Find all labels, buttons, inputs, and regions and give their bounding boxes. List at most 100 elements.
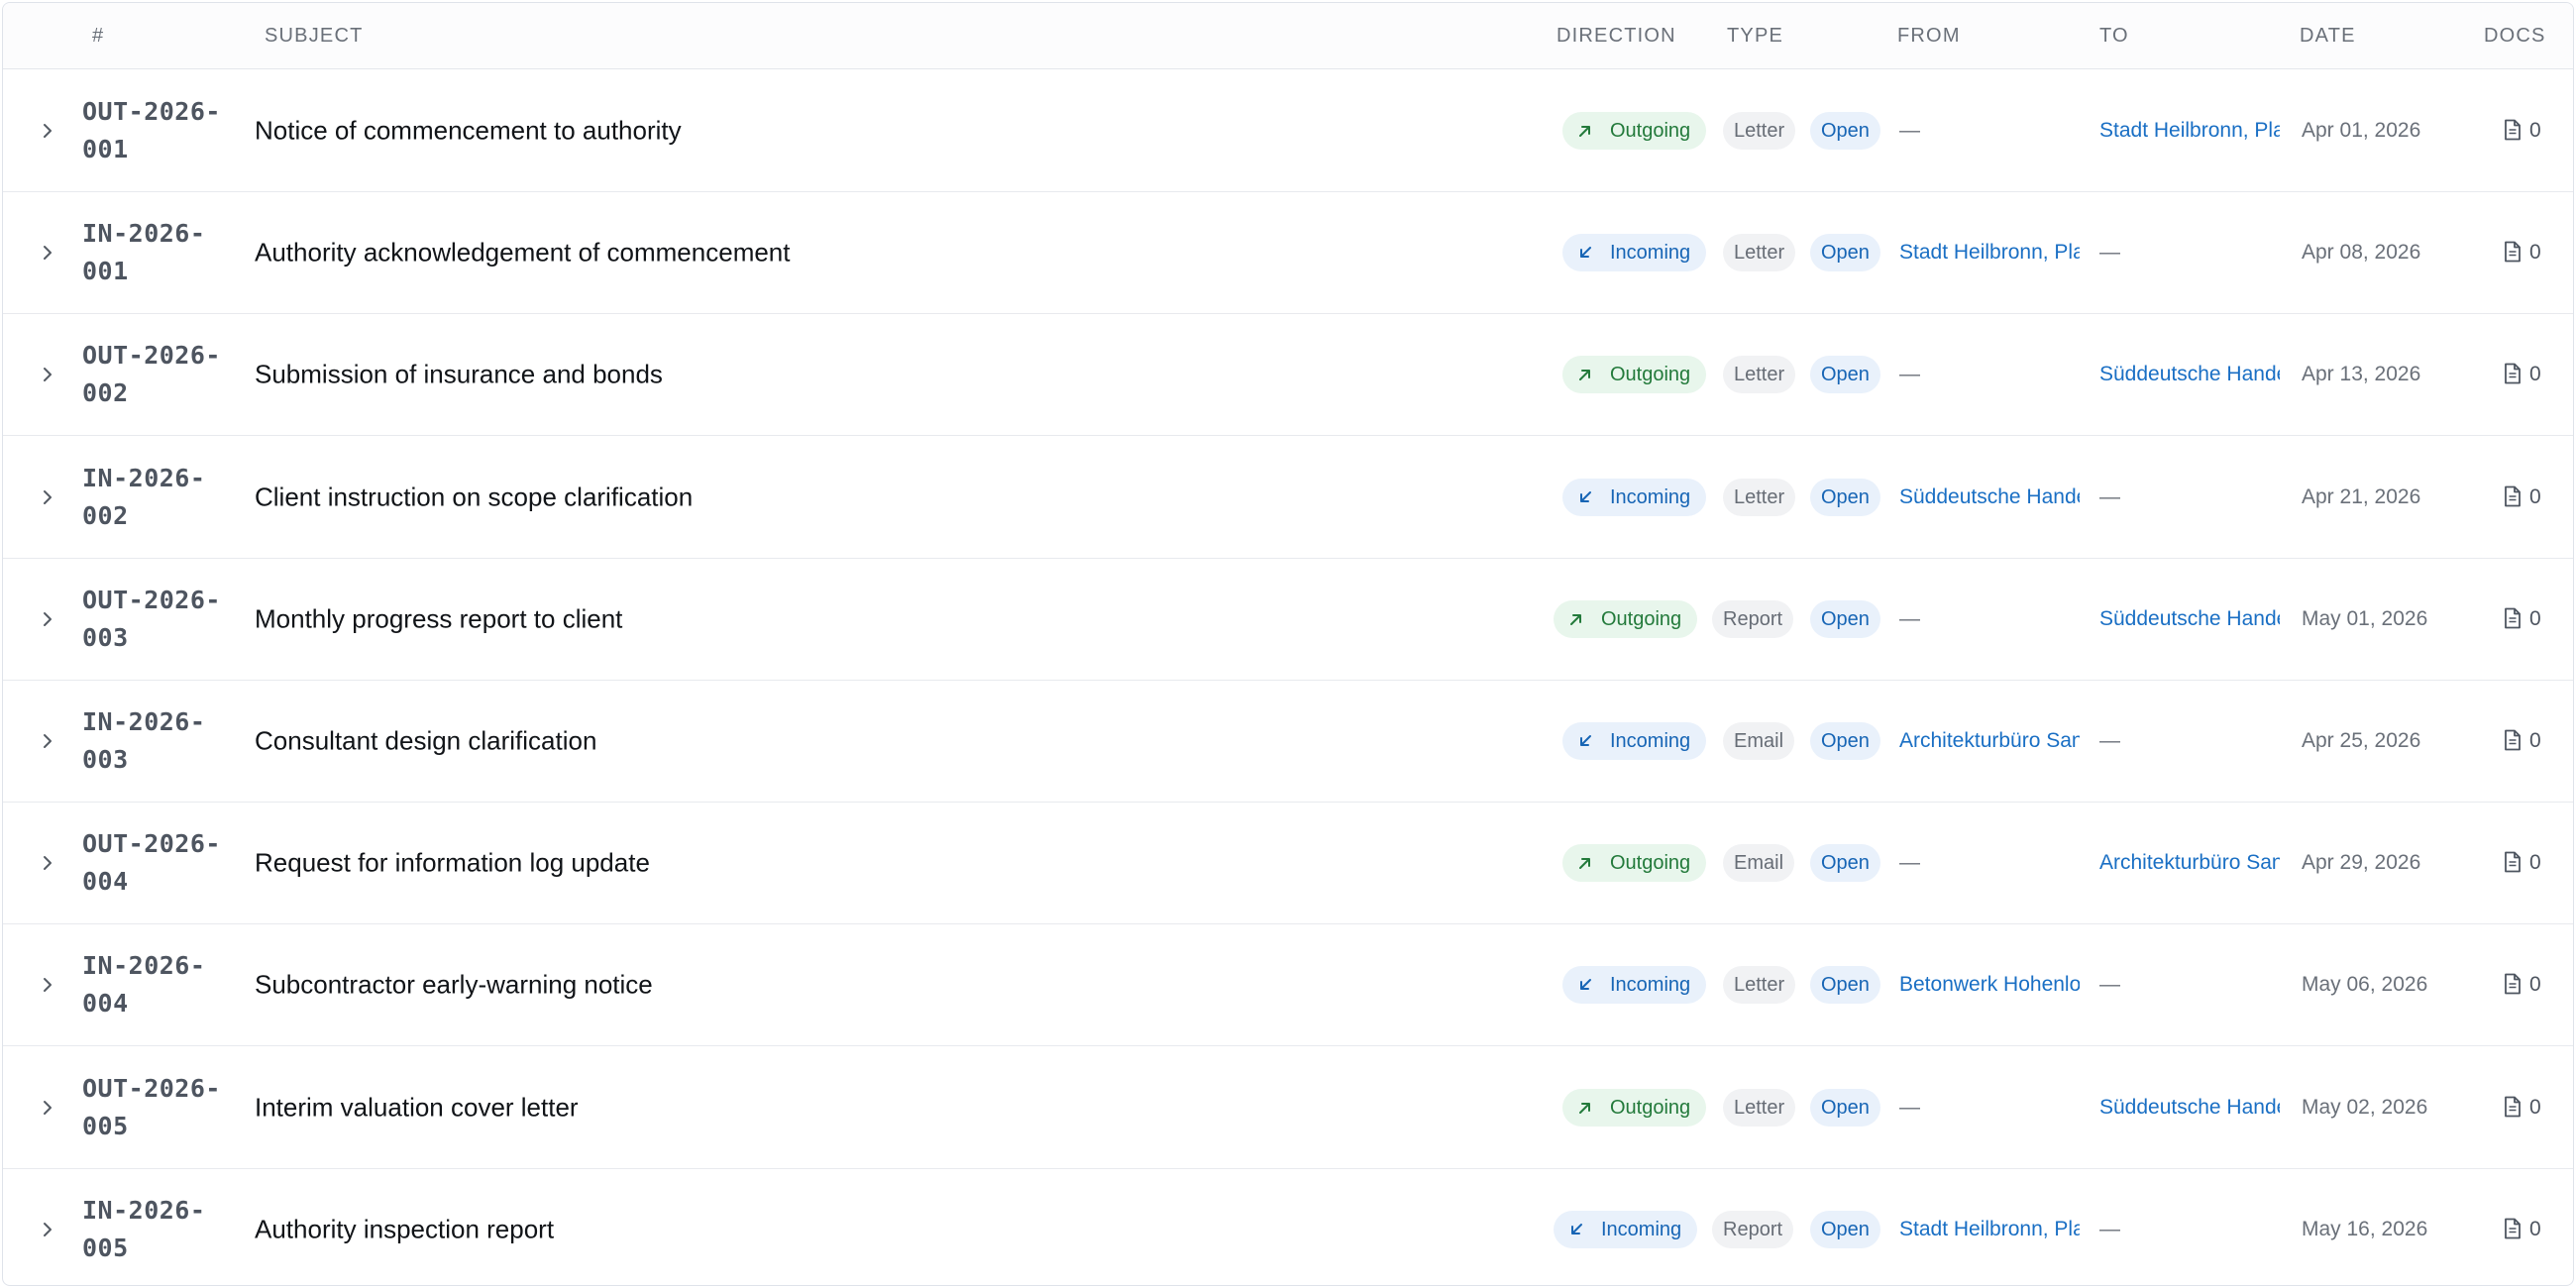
- docs-count-value: 0: [2529, 973, 2541, 997]
- type-badge: Letter: [1723, 1088, 1796, 1127]
- to-party[interactable]: Süddeutsche Hande: [2099, 607, 2280, 631]
- column-header-type[interactable]: TYPE: [1727, 3, 1783, 69]
- column-header-date[interactable]: DATE: [2300, 3, 2356, 69]
- date-text: May 06, 2026: [2302, 973, 2428, 997]
- docs-count[interactable]: 0: [2504, 485, 2541, 509]
- document-icon: [2504, 1218, 2529, 1240]
- column-header-subject[interactable]: SUBJECT: [265, 3, 364, 69]
- column-header-from[interactable]: FROM: [1897, 3, 1961, 69]
- direction-label: Outgoing: [1610, 1096, 1691, 1119]
- subject-text[interactable]: Client instruction on scope clarificatio…: [255, 482, 693, 512]
- from-party: —: [1899, 363, 1920, 386]
- table-row[interactable]: IN-2026-003 Consultant design clarificati…: [3, 681, 2573, 803]
- subject-text[interactable]: Consultant design clarification: [255, 726, 596, 757]
- docs-count[interactable]: 0: [2504, 1218, 2541, 1241]
- subject-text[interactable]: Authority inspection report: [255, 1215, 554, 1245]
- direction-badge: Outgoing: [1562, 112, 1707, 150]
- subject-text[interactable]: Authority acknowledgement of commencemen…: [255, 238, 791, 268]
- column-header-number[interactable]: #: [92, 3, 104, 69]
- docs-count[interactable]: 0: [2504, 241, 2541, 265]
- table-row[interactable]: OUT-2026-003 Monthly progress report to c…: [3, 559, 2573, 681]
- table-row[interactable]: OUT-2026-001 Notice of commencement to au…: [3, 70, 2573, 192]
- reference-number: IN-2026-003: [82, 707, 206, 774]
- subject-text[interactable]: Notice of commencement to authority: [255, 116, 682, 147]
- document-icon: [2504, 1096, 2529, 1119]
- date-text: Apr 13, 2026: [2302, 363, 2421, 386]
- expand-chevron-icon[interactable]: [37, 852, 58, 874]
- docs-count[interactable]: 0: [2504, 363, 2541, 386]
- date-text: May 02, 2026: [2302, 1095, 2428, 1119]
- from-party: —: [1899, 851, 1920, 875]
- type-badge: Letter: [1723, 356, 1796, 394]
- status-badge: Open: [1810, 478, 1880, 516]
- type-badge: Email: [1723, 844, 1795, 883]
- table-row[interactable]: IN-2026-001 Authority acknowledgement of …: [3, 192, 2573, 315]
- docs-count[interactable]: 0: [2504, 1096, 2541, 1120]
- subject-text[interactable]: Interim valuation cover letter: [255, 1092, 579, 1123]
- expand-chevron-icon[interactable]: [37, 1219, 58, 1240]
- status-badge: Open: [1810, 966, 1880, 1005]
- table-row[interactable]: IN-2026-004 Subcontractor early-warning n…: [3, 924, 2573, 1047]
- from-party[interactable]: Stadt Heilbronn, Pla: [1899, 1218, 2080, 1241]
- table-row[interactable]: IN-2026-005 Authority inspection report In…: [3, 1169, 2573, 1285]
- subject-text[interactable]: Subcontractor early-warning notice: [255, 970, 653, 1001]
- type-badge: Letter: [1723, 112, 1796, 150]
- direction-label: Incoming: [1601, 1219, 1682, 1241]
- expand-chevron-icon[interactable]: [37, 364, 58, 385]
- table-row[interactable]: IN-2026-002 Client instruction on scope c…: [3, 437, 2573, 559]
- from-party[interactable]: Süddeutsche Hande: [1899, 485, 2080, 509]
- table-row[interactable]: OUT-2026-005 Interim valuation cover lett…: [3, 1047, 2573, 1169]
- docs-count[interactable]: 0: [2504, 851, 2541, 875]
- direction-badge: Outgoing: [1562, 844, 1707, 883]
- reference-number: IN-2026-002: [82, 463, 206, 530]
- to-party: —: [2099, 973, 2120, 997]
- document-icon: [2504, 851, 2529, 874]
- expand-chevron-icon[interactable]: [37, 974, 58, 996]
- to-party[interactable]: Stadt Heilbronn, Pla: [2099, 119, 2280, 143]
- expand-chevron-icon[interactable]: [37, 730, 58, 752]
- docs-count-value: 0: [2529, 119, 2541, 142]
- to-party: —: [2099, 241, 2120, 265]
- date-text: Apr 21, 2026: [2302, 484, 2421, 508]
- direction-badge: Outgoing: [1562, 1088, 1707, 1127]
- expand-chevron-icon[interactable]: [37, 608, 58, 630]
- subject-text[interactable]: Submission of insurance and bonds: [255, 360, 663, 390]
- docs-count[interactable]: 0: [2504, 729, 2541, 753]
- table-row[interactable]: OUT-2026-004 Request for information log …: [3, 803, 2573, 925]
- direction-label: Outgoing: [1610, 120, 1691, 142]
- direction-badge: Incoming: [1562, 966, 1707, 1005]
- direction-label: Outgoing: [1610, 364, 1691, 386]
- to-party[interactable]: Süddeutsche Hande: [2099, 1096, 2280, 1120]
- from-party[interactable]: Architekturbüro San: [1899, 729, 2080, 753]
- expand-chevron-icon[interactable]: [37, 120, 58, 142]
- status-badge: Open: [1810, 1088, 1880, 1127]
- from-party[interactable]: Betonwerk Hohenlo: [1899, 973, 2080, 997]
- direction-badge: Incoming: [1562, 234, 1707, 272]
- column-header-to[interactable]: TO: [2099, 3, 2129, 69]
- date-text: Apr 29, 2026: [2302, 851, 2421, 875]
- column-header-docs[interactable]: DOCS: [2484, 3, 2546, 69]
- subject-text[interactable]: Request for information log update: [255, 848, 650, 879]
- document-icon: [2504, 119, 2529, 142]
- to-party[interactable]: Architekturbüro San: [2099, 851, 2280, 875]
- docs-count[interactable]: 0: [2504, 973, 2541, 997]
- direction-badge: Incoming: [1554, 1211, 1698, 1249]
- expand-chevron-icon[interactable]: [37, 486, 58, 508]
- table-header: # SUBJECT DIRECTION TYPE FROM TO DATE DO…: [3, 3, 2573, 69]
- expand-chevron-icon[interactable]: [37, 1097, 58, 1119]
- docs-count[interactable]: 0: [2504, 119, 2541, 143]
- date-text: May 01, 2026: [2302, 606, 2428, 630]
- date-text: Apr 01, 2026: [2302, 119, 2421, 142]
- table-row[interactable]: OUT-2026-002 Submission of insurance and …: [3, 314, 2573, 437]
- direction-badge: Outgoing: [1562, 356, 1707, 394]
- reference-number: IN-2026-001: [82, 219, 206, 286]
- column-header-direction[interactable]: DIRECTION: [1556, 3, 1676, 69]
- docs-count[interactable]: 0: [2504, 607, 2541, 631]
- expand-chevron-icon[interactable]: [37, 242, 58, 264]
- from-party: —: [1899, 119, 1920, 142]
- from-party[interactable]: Stadt Heilbronn, Pla: [1899, 241, 2080, 265]
- to-party[interactable]: Süddeutsche Hande: [2099, 363, 2280, 386]
- reference-number: OUT-2026-004: [82, 829, 221, 897]
- subject-text[interactable]: Monthly progress report to client: [255, 603, 622, 634]
- to-party: —: [2099, 729, 2120, 752]
